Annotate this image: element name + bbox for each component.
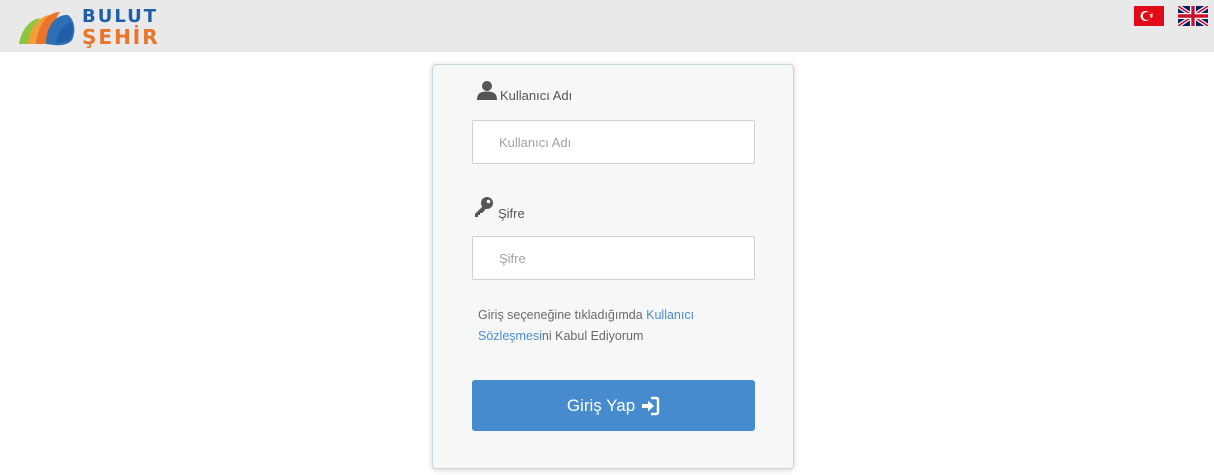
- logo-text-line1: BULUT: [82, 5, 159, 27]
- username-label-text: Kullanıcı Adı: [500, 88, 573, 103]
- agreement-suffix: ni Kabul Ediyorum: [541, 329, 644, 343]
- password-label-text: Şifre: [498, 206, 525, 221]
- login-button-label: Giriş Yap: [566, 395, 636, 415]
- password-label: Şifre: [473, 195, 525, 221]
- agreement-prefix: Giriş seçeneğine tıkladığımda: [478, 308, 647, 322]
- login-panel: Kullanıcı Adı Şifre Giriş seçeneğine tık…: [432, 64, 794, 469]
- user-icon: [477, 80, 497, 103]
- user-agreement-notice: Giriş seçeneğine tıkladığımda Kullanıcı …: [478, 305, 748, 347]
- top-header: BULUT ŞEHİR: [0, 0, 1214, 52]
- uk-flag-icon[interactable]: [1176, 4, 1210, 28]
- login-button[interactable]: Giriş Yap: [472, 380, 755, 431]
- username-label: Kullanıcı Adı: [477, 79, 572, 103]
- language-switcher: [1134, 4, 1210, 28]
- logo-leaves-icon: [16, 6, 78, 48]
- key-icon: [473, 196, 495, 221]
- logo-text-line2: ŞEHİR: [82, 24, 160, 49]
- sign-in-icon: [640, 396, 660, 416]
- bulut-sehir-logo[interactable]: BULUT ŞEHİR: [16, 6, 206, 48]
- turkey-flag-icon[interactable]: [1134, 6, 1164, 26]
- password-input[interactable]: [472, 236, 755, 280]
- username-input[interactable]: [472, 120, 755, 164]
